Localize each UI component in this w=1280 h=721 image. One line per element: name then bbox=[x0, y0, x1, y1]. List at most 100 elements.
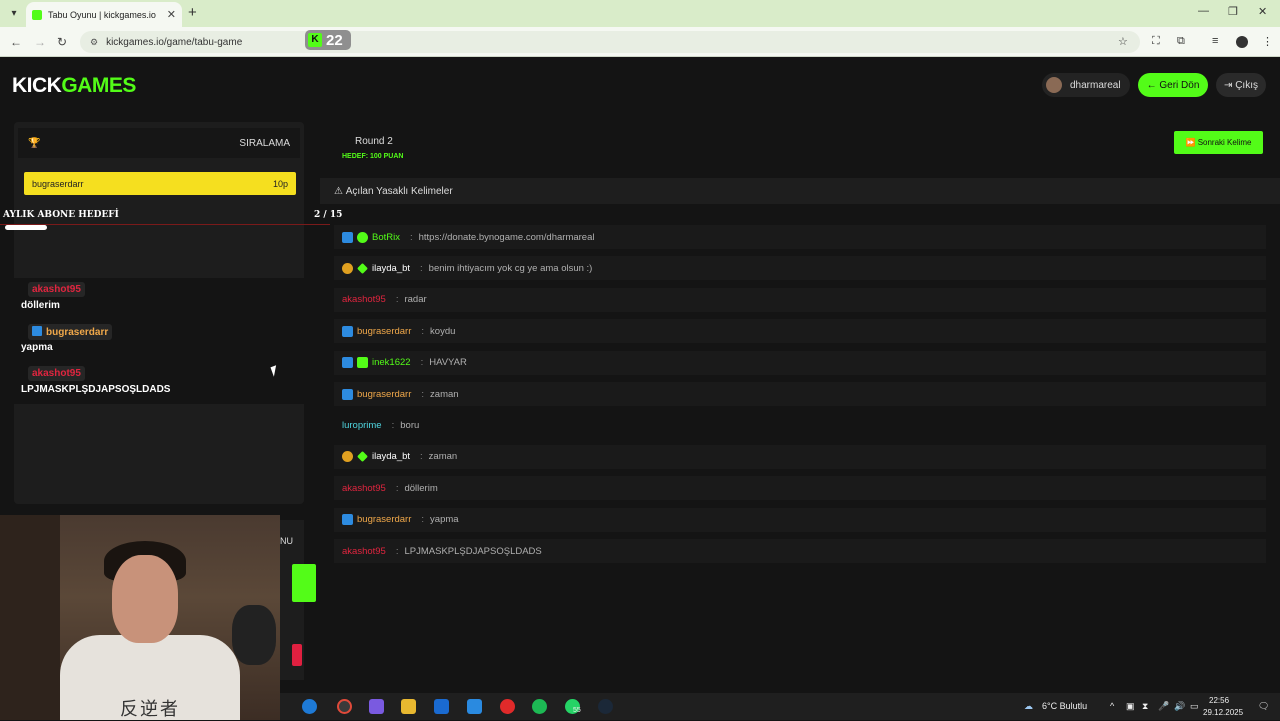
chat-username[interactable]: bugraserdarr bbox=[357, 389, 411, 400]
chat-message: bugraserdarr: zaman bbox=[334, 382, 1266, 406]
next-word-label: Sonraki Kelime bbox=[1197, 138, 1252, 147]
chat-username[interactable]: akashot95 bbox=[342, 483, 386, 494]
overlay-message: bugraserdarr yapma bbox=[0, 320, 350, 362]
url-text: kickgames.io/game/tabu-game bbox=[106, 36, 243, 48]
arrow-left-icon: ← bbox=[1146, 79, 1160, 91]
clock-date[interactable]: 29.12.2025 bbox=[1203, 708, 1243, 717]
bookmark-star-icon[interactable]: ☆ bbox=[1118, 35, 1128, 48]
chat-text: radar bbox=[404, 294, 427, 306]
reload-icon[interactable]: ↻ bbox=[57, 35, 67, 49]
copilot-icon[interactable] bbox=[369, 699, 384, 714]
browser-tab-strip: ▾ Tabu Oyunu | kickgames.io ✕ + — ❐ ✕ bbox=[0, 0, 1280, 27]
url-bar[interactable]: ⚙ kickgames.io/game/tabu-game bbox=[80, 31, 1140, 53]
chat-separator: : bbox=[420, 451, 423, 463]
chat-text: LPJMASKPLŞDJAPSOŞLDADS bbox=[404, 545, 542, 557]
webcam-feed: 反逆者 bbox=[0, 515, 280, 720]
tab-title: Tabu Oyunu | kickgames.io bbox=[48, 9, 156, 20]
chat-text: boru bbox=[400, 419, 420, 431]
browser-tab[interactable]: Tabu Oyunu | kickgames.io ✕ bbox=[26, 2, 182, 27]
clock-time[interactable]: 22:56 bbox=[1209, 696, 1229, 705]
chat-username[interactable]: inek1622 bbox=[372, 357, 411, 368]
chat-text: zaman bbox=[430, 388, 459, 400]
kickgames-logo[interactable]: KICKGAMES bbox=[12, 74, 136, 98]
steam-icon[interactable] bbox=[598, 699, 613, 714]
tray-app2-icon[interactable]: ⧗ bbox=[1142, 701, 1148, 712]
next-word-button[interactable]: ⏩ Sonraki Kelime bbox=[1174, 131, 1263, 154]
battery-icon[interactable]: ▭ bbox=[1190, 701, 1199, 712]
chat-separator: : bbox=[421, 514, 425, 526]
app-red-icon[interactable] bbox=[500, 699, 515, 714]
chat-username[interactable]: bugraserdarr bbox=[357, 326, 411, 337]
back-button[interactable]: ← Geri Dön bbox=[1138, 73, 1208, 97]
chat-username[interactable]: luroprime bbox=[342, 420, 382, 431]
notification-icon[interactable]: 🗨 bbox=[1258, 701, 1269, 712]
chat-username[interactable]: akashot95 bbox=[342, 546, 386, 557]
back-arrow-icon[interactable]: ← bbox=[10, 35, 22, 49]
browser-menu-icon[interactable]: ⋮ bbox=[1262, 35, 1273, 48]
webcam-face bbox=[112, 555, 178, 643]
file-explorer-icon[interactable] bbox=[401, 699, 416, 714]
exit-button-label: Çıkış bbox=[1235, 79, 1258, 91]
microphone-icon bbox=[232, 605, 276, 665]
outlook-icon[interactable] bbox=[434, 699, 449, 714]
chat-username[interactable]: bugraserdarr bbox=[357, 514, 411, 525]
chat-separator: : bbox=[391, 419, 395, 431]
close-tab-icon[interactable]: ✕ bbox=[167, 8, 176, 21]
kick-extension-badge[interactable]: K 22 bbox=[305, 30, 351, 50]
game-header: Round 2 HEDEF: 100 PUAN ⏩ Sonraki Kelime bbox=[320, 118, 1280, 178]
user-pill[interactable]: dharmareal bbox=[1042, 73, 1130, 97]
tray-chevron-icon[interactable]: ^ bbox=[1110, 701, 1114, 711]
chat-separator: : bbox=[421, 325, 425, 337]
media-icon[interactable]: ≡ bbox=[1212, 35, 1218, 47]
windows-taskbar: 55 ☁ 6°C Bulutlu ^ ▣ ⧗ 🎤 🔊 ▭ 22:56 29.12… bbox=[280, 693, 1280, 720]
exit-button[interactable]: ⇥ Çıkış bbox=[1216, 73, 1266, 97]
window-close-icon[interactable]: ✕ bbox=[1258, 5, 1267, 18]
chat-text: zaman bbox=[428, 451, 458, 463]
tab-search-chevron-icon[interactable]: ▾ bbox=[6, 6, 22, 22]
chat-message: BotRix: https://donate.bynogame.com/dharm… bbox=[334, 225, 1266, 249]
site-info-icon[interactable]: ⚙ bbox=[90, 37, 98, 48]
word-counter: 2 / 15 bbox=[314, 210, 343, 220]
trophy-icon: 🏆 bbox=[28, 137, 41, 149]
chat-message: ilayda_bt: benim ihtiyacım yok cg ye ama … bbox=[334, 256, 1266, 281]
green-action-button[interactable] bbox=[292, 564, 316, 602]
speaker-icon[interactable]: 🔊 bbox=[1174, 701, 1185, 712]
spotify-icon[interactable] bbox=[532, 699, 547, 714]
chat-separator: : bbox=[409, 231, 413, 243]
chat-username[interactable]: akashot95 bbox=[342, 294, 386, 305]
chrome-icon[interactable] bbox=[337, 699, 352, 714]
site-header: KICKGAMES dharmareal ← Geri Dön ⇥ Çıkış bbox=[0, 58, 1280, 112]
kick-badge-icon bbox=[342, 388, 353, 400]
mic-muted-icon[interactable]: 🎤 bbox=[1158, 701, 1169, 712]
chat-text: HAVYAR bbox=[429, 357, 467, 369]
chat-username[interactable]: BotRix bbox=[372, 232, 400, 243]
store-icon[interactable] bbox=[467, 699, 482, 714]
logo-games: GAMES bbox=[61, 74, 136, 97]
screenshot-icon[interactable]: ⛶ bbox=[1152, 35, 1160, 48]
shirt-text: 反逆者 bbox=[120, 699, 180, 720]
chat-separator: : bbox=[395, 482, 399, 494]
chat-text: benim ihtiyacım yok cg ye ama olsun :) bbox=[428, 262, 593, 274]
weather-text[interactable]: 6°C Bulutlu bbox=[1042, 701, 1087, 711]
kick-badge-icon bbox=[32, 326, 42, 336]
sub-goal-label: AYLIK ABONE HEDEFİ bbox=[3, 210, 119, 220]
red-action-button[interactable] bbox=[292, 644, 302, 666]
new-tab-plus-icon[interactable]: + bbox=[188, 4, 197, 21]
minimize-icon[interactable]: — bbox=[1198, 5, 1209, 17]
chat-username[interactable]: ilayda_bt bbox=[372, 451, 410, 462]
edge-icon[interactable] bbox=[302, 699, 317, 714]
extensions-icon[interactable]: ⧉ bbox=[1177, 35, 1185, 48]
kick-k-icon: K bbox=[308, 33, 322, 47]
address-toolbar: ← → ↻ ⚙ kickgames.io/game/tabu-game bbox=[0, 27, 1280, 57]
profile-avatar[interactable] bbox=[1236, 36, 1248, 48]
restore-icon[interactable]: ❐ bbox=[1228, 5, 1238, 18]
chat-message: bugraserdarr: koydu bbox=[334, 319, 1266, 344]
cloud-icon: ☁ bbox=[1024, 701, 1033, 711]
chat-text: https://donate.bynogame.com/dharmareal bbox=[418, 231, 595, 243]
chat-username[interactable]: ilayda_bt bbox=[372, 263, 410, 274]
goal-divider bbox=[0, 224, 330, 225]
forward-arrow-icon[interactable]: → bbox=[34, 35, 46, 49]
tray-app-icon[interactable]: ▣ bbox=[1126, 701, 1135, 712]
overlay-username: bugraserdarr bbox=[28, 324, 113, 340]
warning-icon: ⚠ bbox=[334, 185, 346, 197]
